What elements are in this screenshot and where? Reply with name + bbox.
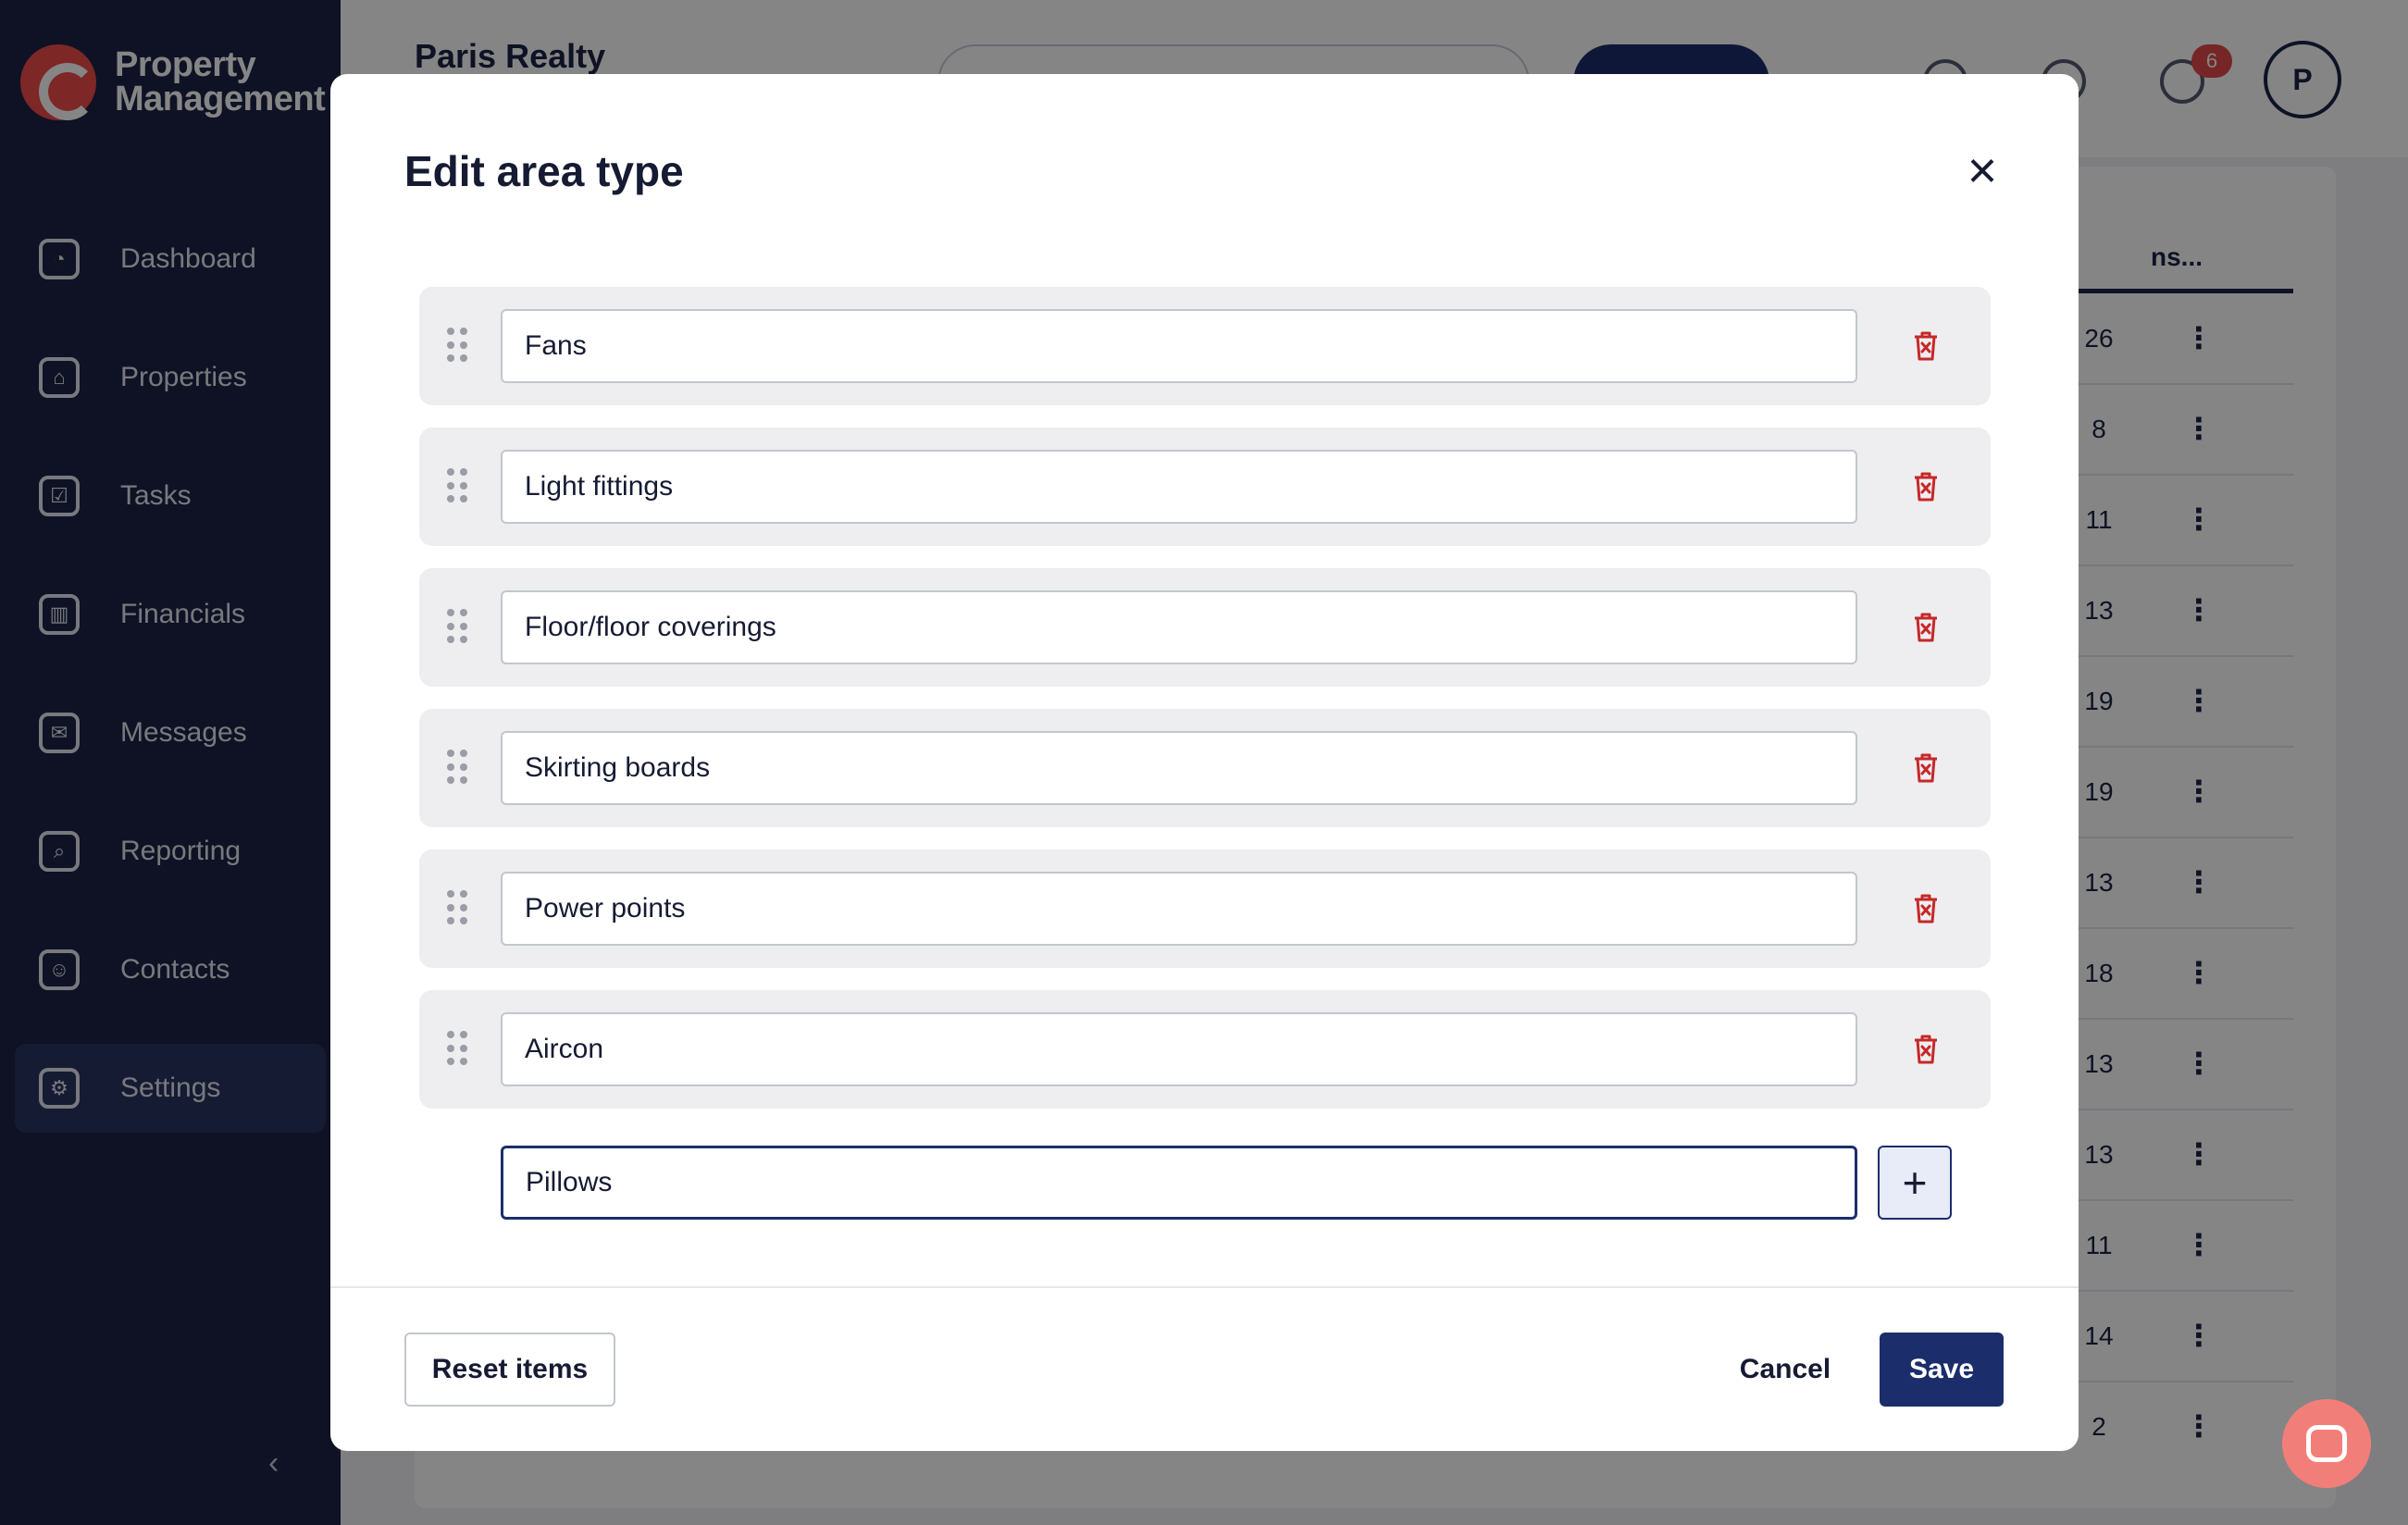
chat-launcher-button[interactable] — [2282, 1399, 2371, 1488]
trash-icon[interactable] — [1902, 463, 1950, 511]
reset-items-button[interactable]: Reset items — [404, 1333, 615, 1407]
item-name-input[interactable] — [501, 590, 1857, 664]
list-item — [419, 287, 1991, 405]
item-name-input[interactable] — [501, 731, 1857, 805]
close-icon[interactable]: × — [1956, 144, 2008, 196]
drag-handle-icon[interactable] — [447, 890, 469, 927]
cancel-button[interactable]: Cancel — [1720, 1333, 1850, 1407]
new-item-input[interactable] — [501, 1146, 1857, 1220]
item-name-input[interactable] — [501, 872, 1857, 946]
trash-icon[interactable] — [1902, 322, 1950, 370]
modal-footer-divider — [330, 1286, 2079, 1288]
drag-handle-icon[interactable] — [447, 609, 469, 646]
list-item — [419, 849, 1991, 968]
trash-icon[interactable] — [1902, 744, 1950, 792]
list-item — [419, 568, 1991, 687]
drag-handle-icon[interactable] — [447, 1031, 469, 1068]
list-item — [419, 709, 1991, 827]
modal-title: Edit area type — [404, 147, 684, 195]
trash-icon[interactable] — [1902, 603, 1950, 651]
edit-area-type-modal: Edit area type × Fans Light fittings Flo… — [330, 74, 2079, 1451]
trash-icon[interactable] — [1902, 885, 1950, 933]
item-name-input[interactable] — [501, 450, 1857, 524]
item-name-input[interactable] — [501, 309, 1857, 383]
drag-handle-icon[interactable] — [447, 328, 469, 365]
drag-handle-icon[interactable] — [447, 750, 469, 787]
list-item — [419, 428, 1991, 546]
add-item-button[interactable]: + — [1878, 1146, 1952, 1220]
save-button[interactable]: Save — [1880, 1333, 2004, 1407]
list-item — [419, 990, 1991, 1109]
item-name-input[interactable] — [501, 1012, 1857, 1086]
drag-handle-icon[interactable] — [447, 468, 469, 505]
chat-icon — [2306, 1425, 2347, 1462]
trash-icon[interactable] — [1902, 1025, 1950, 1073]
